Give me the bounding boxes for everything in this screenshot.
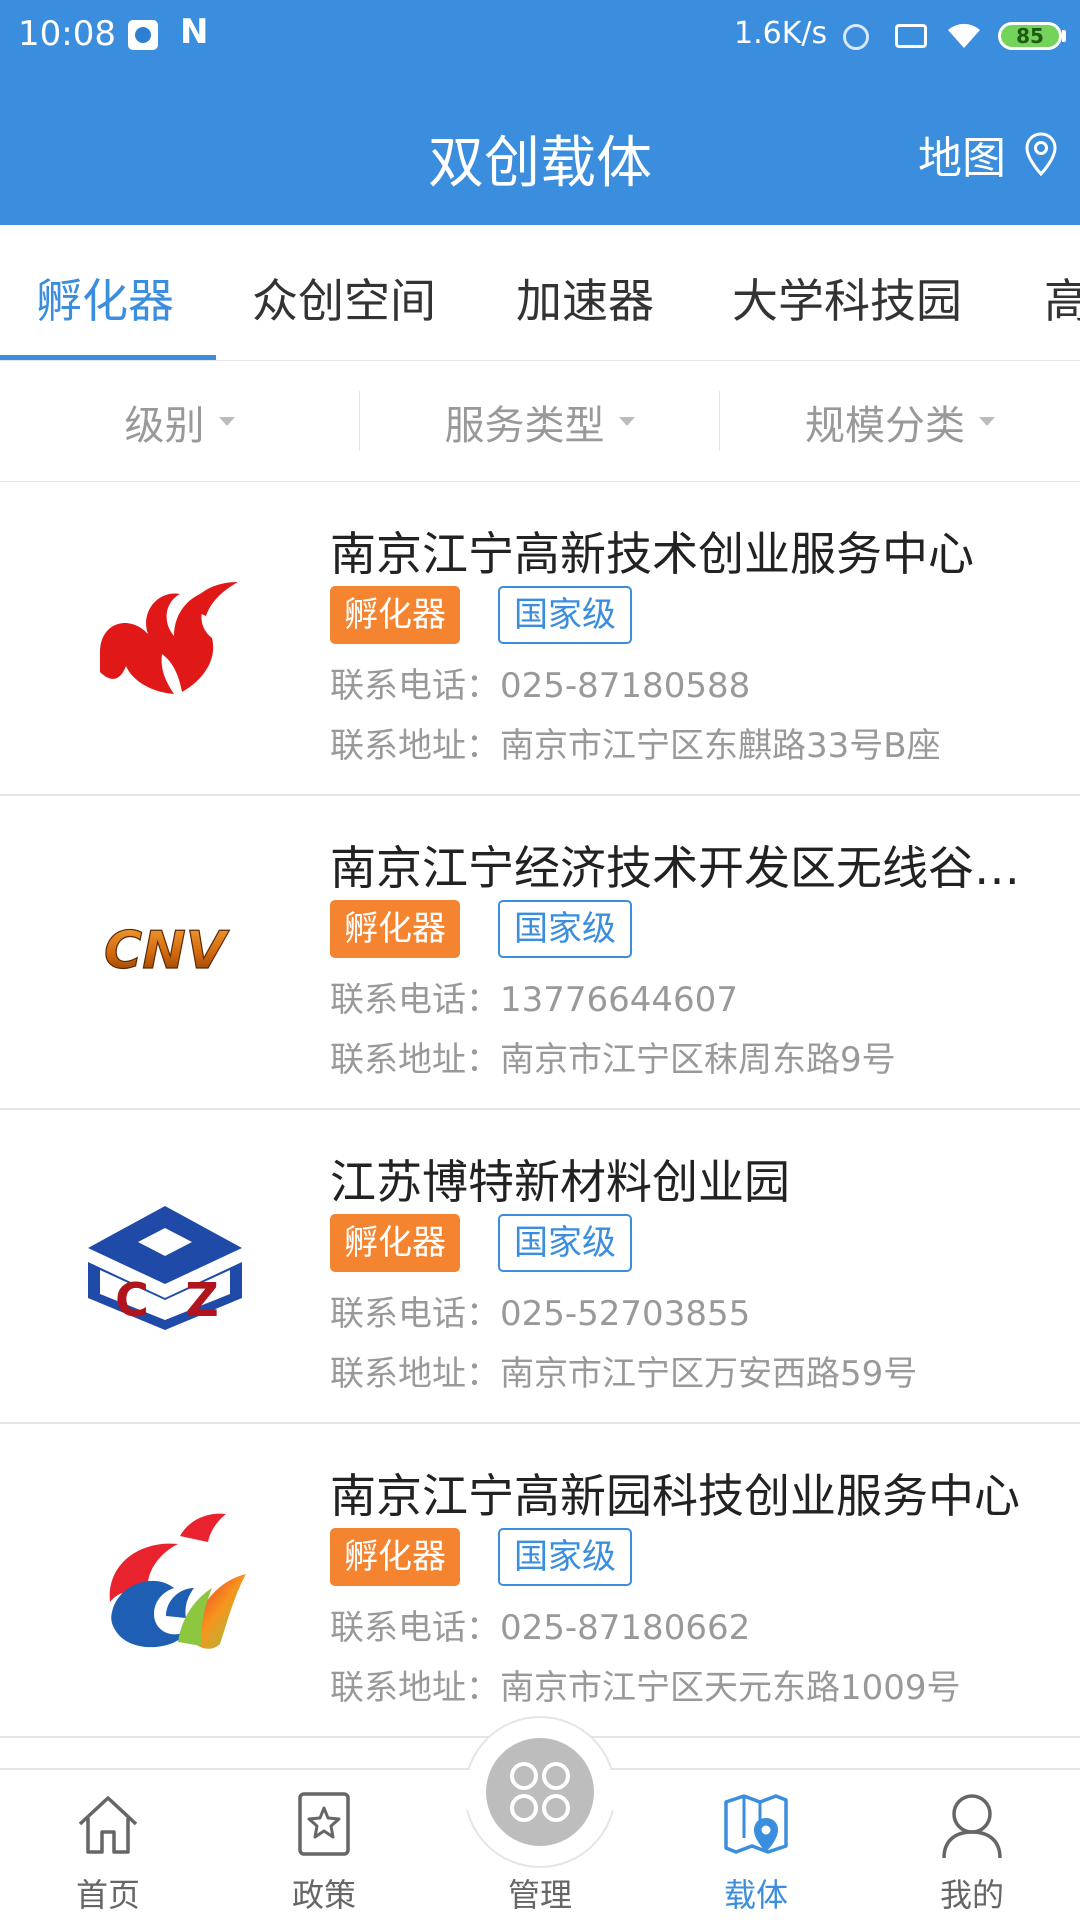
tab-university-science-park[interactable]: 大学科技园 [732, 265, 962, 331]
item-name: 南京江宁高新园科技创业服务中心 [330, 1469, 1020, 1523]
list-item[interactable]: 南京江宁高新园科技创业服务中心 孵化器 国家级 联系电话：025-8718066… [0, 1424, 1080, 1738]
caret-down-icon [218, 417, 235, 426]
level-tag: 国家级 [498, 1214, 632, 1272]
hotspot-icon [843, 24, 869, 50]
item-phone[interactable]: 联系电话：13776644607 [330, 972, 738, 1021]
nav-home-label: 首页 [75, 1876, 140, 1914]
type-tag: 孵化器 [330, 1528, 460, 1586]
filter-scale-label: 规模分类 [805, 402, 965, 449]
item-address: 联系地址：南京市江宁区东麒路33号B座 [330, 726, 941, 766]
cz-logo: C Z [88, 1206, 242, 1330]
item-phone[interactable]: 联系电话：025-87180588 [330, 658, 750, 707]
filter-service-type[interactable]: 服务类型 [360, 361, 719, 482]
home-icon [78, 1796, 138, 1854]
filter-bar: 级别 服务类型 规模分类 [0, 361, 1080, 482]
item-address: 联系地址：南京市江宁区万安西路59号 [330, 1354, 918, 1394]
nav-carrier-label: 载体 [723, 1876, 788, 1914]
filter-scale[interactable]: 规模分类 [720, 361, 1080, 482]
item-name: 南京江宁经济技术开发区无线谷… [330, 841, 1020, 895]
item-name: 江苏博特新材料创业园 [330, 1155, 790, 1209]
filter-service-type-label: 服务类型 [444, 402, 605, 449]
category-tabs: 孵化器 众创空间 加速器 大学科技园 高 [0, 225, 1080, 361]
status-time: 10:08 [18, 14, 116, 54]
user-icon [942, 1794, 1002, 1859]
item-name: 南京江宁高新技术创业服务中心 [330, 527, 974, 581]
type-tag: 孵化器 [330, 586, 460, 644]
item-phone[interactable]: 联系电话：025-52703855 [330, 1286, 750, 1335]
list-item[interactable]: C Z 江苏博特新材料创业园 孵化器 国家级 联系电话：025-52703855… [0, 1110, 1080, 1424]
tab-high-tech[interactable]: 高 [1044, 265, 1080, 331]
list-item[interactable]: CNV 南京江宁经济技术开发区无线谷… 孵化器 国家级 联系电话：1377664… [0, 796, 1080, 1110]
list-item[interactable]: 南京江宁高新技术创业服务中心 孵化器 国家级 联系电话：025-87180588… [0, 482, 1080, 796]
manage-center-button[interactable] [486, 1738, 594, 1846]
caret-down-icon [979, 417, 995, 426]
level-tag: 国家级 [498, 1528, 632, 1586]
nav-mine[interactable]: 我的 [864, 1770, 1080, 1920]
sim-icon [895, 24, 927, 48]
clover-icon [510, 1762, 570, 1822]
type-tag: 孵化器 [330, 1214, 460, 1272]
cz-logo-z: Z [185, 1273, 218, 1327]
map-label: 地图 [918, 133, 1006, 184]
caret-down-icon [618, 417, 635, 426]
policy-star-icon [298, 1792, 350, 1856]
level-tag: 国家级 [498, 586, 632, 644]
nav-carrier[interactable]: 载体 [648, 1770, 864, 1920]
location-pin-icon [1025, 132, 1057, 177]
filter-level[interactable]: 级别 [0, 361, 359, 482]
nav-home[interactable]: 首页 [0, 1770, 216, 1920]
cnv-logo: CNV [103, 920, 230, 981]
level-tag: 国家级 [498, 900, 632, 958]
app-icon [128, 20, 158, 50]
network-speed: 1.6K/s [734, 16, 828, 51]
filter-level-label: 级别 [124, 402, 205, 449]
map-button[interactable]: 地图 [918, 122, 1058, 186]
tab-accelerator[interactable]: 加速器 [516, 265, 654, 331]
app-bar: 10:08 N 1.6K/s 85 双创载体 地图 [0, 0, 1080, 225]
battery-icon: 85 [998, 22, 1062, 50]
tab-maker-space[interactable]: 众创空间 [252, 265, 436, 331]
torch-logo [100, 582, 238, 694]
tab-incubator[interactable]: 孵化器 [36, 265, 174, 331]
phoenix-logo [109, 1513, 246, 1649]
cnv-logo-text: CNV [104, 921, 230, 981]
map-pin-icon [724, 1794, 788, 1854]
cz-logo-c: C [115, 1273, 149, 1327]
item-address: 联系地址：南京市江宁区秣周东路9号 [330, 1040, 896, 1080]
nav-manage-label: 管理 [507, 1876, 572, 1914]
item-phone[interactable]: 联系电话：025-87180662 [330, 1600, 750, 1649]
battery-tip [1062, 30, 1066, 42]
type-tag: 孵化器 [330, 900, 460, 958]
status-bar: 10:08 N 1.6K/s 85 [0, 0, 1080, 72]
nav-mine-label: 我的 [939, 1876, 1004, 1914]
nav-policy[interactable]: 政策 [216, 1770, 432, 1920]
item-address: 联系地址：南京市江宁区天元东路1009号 [330, 1668, 961, 1708]
wifi-icon [948, 23, 980, 48]
nav-policy-label: 政策 [291, 1876, 356, 1914]
n-icon: N [180, 12, 209, 52]
